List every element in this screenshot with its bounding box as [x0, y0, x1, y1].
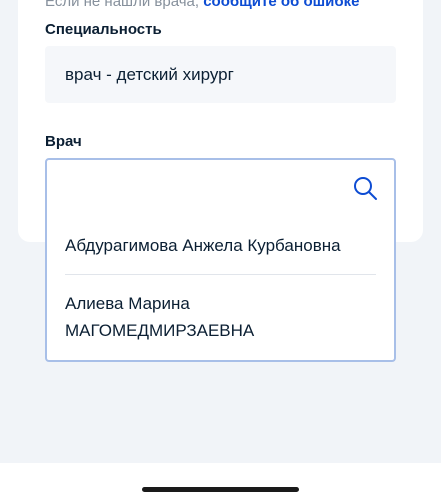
page: Если не нашли врача, сообщите об ошибке … — [0, 0, 441, 500]
search-icon[interactable] — [352, 175, 378, 201]
hint-text: Если не нашли врача, — [45, 0, 204, 10]
option-divider — [65, 274, 376, 275]
doctor-option[interactable]: Абдурагимова Анжела Курбановна — [65, 232, 341, 259]
home-indicator[interactable] — [142, 487, 299, 492]
report-error-link[interactable]: сообщите об ошибке — [203, 0, 359, 10]
report-error-hint: Если не нашли врача, сообщите об ошибке — [45, 0, 359, 10]
bottom-safe-area — [0, 463, 441, 500]
doctor-dropdown-list: Абдурагимова Анжела Курбановна Алиева Ма… — [45, 214, 396, 362]
doctor-label: Врач — [45, 133, 82, 150]
doctor-option[interactable]: Алиева Марина МАГОМЕДМИРЗАЕВНА — [65, 290, 365, 344]
doctor-search-field[interactable] — [45, 158, 396, 216]
specialty-label: Специальность — [45, 21, 162, 38]
specialty-field[interactable]: врач - детский хирург — [45, 46, 396, 103]
doctor-search-input[interactable] — [59, 170, 343, 206]
